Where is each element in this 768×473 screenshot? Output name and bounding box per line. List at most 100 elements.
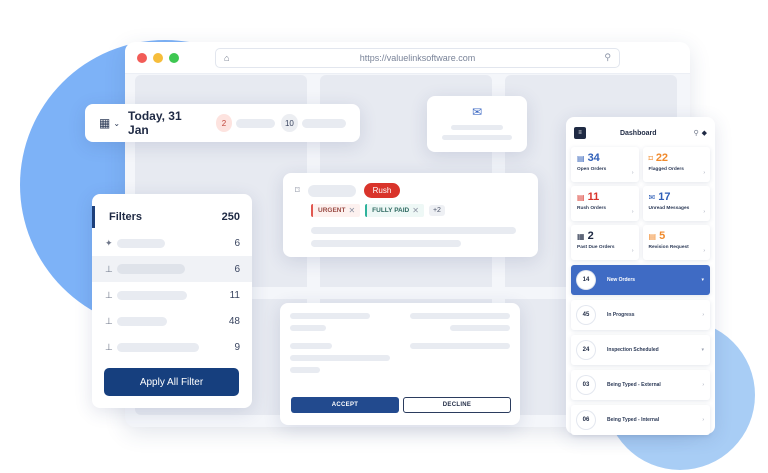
- mobile-dashboard: ≡ Dashboard ⚲ ◆ ▤ 34 Open Orders › ⌑ 22 Fl…: [566, 117, 715, 435]
- list-item-being-typed-internal[interactable]: 06 Being Typed - Internal ›: [571, 405, 710, 435]
- calendar-icon[interactable]: ▦: [99, 116, 110, 130]
- filters-title: Filters: [109, 211, 143, 223]
- bell-icon[interactable]: ◆: [702, 129, 707, 137]
- filter-row[interactable]: ✦ 6: [92, 230, 252, 256]
- close-icon[interactable]: ✕: [412, 206, 419, 215]
- placeholder-bar: [410, 343, 510, 349]
- stat-flagged-orders[interactable]: ⌑ 22 Flagged Orders ›: [642, 147, 710, 182]
- revision-icon: ▤: [648, 231, 657, 241]
- minimize-window-dot[interactable]: [153, 52, 163, 63]
- calendar-icon: ▦: [577, 231, 585, 241]
- decline-button[interactable]: DECLINE: [403, 397, 511, 413]
- urgent-tag: URGENT ✕: [311, 204, 361, 217]
- chevron-right-icon: ›: [703, 170, 705, 176]
- stat-unread-messages[interactable]: ✉ 17 Unread Messages ›: [642, 186, 710, 221]
- browser-toolbar: ⌂ https://valuelinksoftware.com ⚲: [125, 42, 690, 74]
- chevron-right-icon: ›: [703, 209, 705, 215]
- list-count: 03: [577, 376, 595, 394]
- close-icon[interactable]: ✕: [348, 206, 355, 215]
- placeholder-bar: [290, 367, 320, 373]
- bookmark-icon: ⌑: [648, 153, 653, 163]
- pin-icon[interactable]: ⊥: [105, 264, 117, 275]
- date-summary-card: ▦ ⌄ Today, 31 Jan 2 10: [85, 104, 360, 142]
- order-card[interactable]: ⌑ Rush URGENT ✕ FULLY PAID ✕ +2: [283, 173, 538, 257]
- filter-row[interactable]: ⊥ 11: [92, 282, 252, 308]
- stat-label: Revision Request: [648, 245, 689, 250]
- count-badge-gray: 10: [281, 114, 298, 132]
- chevron-right-icon: ›: [631, 209, 634, 215]
- pin-icon[interactable]: ⊥: [105, 342, 117, 353]
- placeholder-bar: [442, 135, 512, 140]
- maximize-window-dot[interactable]: [169, 52, 179, 63]
- close-window-dot[interactable]: [137, 52, 147, 63]
- placeholder-bar: [117, 238, 165, 248]
- list-label: Inspection Scheduled: [607, 347, 659, 353]
- messages-card[interactable]: ✉: [427, 96, 527, 152]
- apply-all-filter-button[interactable]: Apply All Filter: [104, 368, 239, 396]
- placeholder-bar: [301, 118, 347, 128]
- document-icon: ▤: [577, 153, 585, 163]
- list-item-new-orders[interactable]: 14 New Orders ▾: [571, 265, 710, 295]
- dashboard-title: Dashboard: [619, 129, 657, 137]
- filter-row-selected[interactable]: ⊥ 6: [92, 256, 252, 282]
- chevron-down-icon[interactable]: ⌄: [113, 119, 120, 128]
- fully-paid-tag-label: FULLY PAID: [372, 207, 410, 214]
- placeholder-bar: [290, 343, 332, 349]
- stat-rush-orders[interactable]: ▤ 11 Rush Orders ›: [571, 186, 639, 221]
- filters-header: Filters 250: [92, 206, 252, 228]
- placeholder-bar: [311, 227, 516, 234]
- fully-paid-tag: FULLY PAID ✕: [365, 204, 424, 217]
- placeholder-bar: [290, 325, 326, 331]
- address-bar[interactable]: ⌂ https://valuelinksoftware.com ⚲: [215, 47, 620, 68]
- pin-filled-icon[interactable]: ✦: [105, 238, 117, 249]
- filter-row[interactable]: ⊥ 9: [92, 334, 252, 360]
- chevron-right-icon: ›: [631, 170, 634, 176]
- chevron-right-icon[interactable]: ›: [702, 312, 704, 318]
- chevron-down-icon[interactable]: ▾: [701, 347, 704, 353]
- placeholder-bar: [311, 240, 461, 247]
- list-count: 24: [577, 341, 595, 359]
- menu-icon[interactable]: ≡: [574, 127, 586, 139]
- rush-badge: Rush: [363, 183, 401, 198]
- stat-past-due-orders[interactable]: ▦ 2 Past Due Orders ›: [571, 225, 639, 260]
- stat-open-orders[interactable]: ▤ 34 Open Orders ›: [571, 147, 639, 182]
- chevron-right-icon[interactable]: ›: [702, 417, 704, 423]
- more-tags-badge[interactable]: +2: [428, 205, 445, 216]
- chevron-down-icon[interactable]: ▾: [701, 277, 704, 283]
- list-item-in-progress[interactable]: 45 In Progress ›: [571, 300, 710, 330]
- search-icon[interactable]: ⚲: [693, 129, 698, 137]
- placeholder-bar: [307, 184, 356, 197]
- list-item-being-typed-external[interactable]: 03 Being Typed - External ›: [571, 370, 710, 400]
- placeholder-bar: [117, 290, 187, 300]
- placeholder-bar: [117, 342, 199, 352]
- pin-icon[interactable]: ⊥: [105, 290, 117, 301]
- chevron-right-icon[interactable]: ›: [702, 382, 704, 388]
- filter-count: 9: [234, 341, 240, 353]
- bookmark-icon[interactable]: ⌑: [295, 185, 300, 196]
- stat-value: 11: [587, 191, 600, 203]
- placeholder-bar: [410, 313, 510, 319]
- accept-button[interactable]: ACCEPT: [291, 397, 399, 413]
- stat-label: Rush Orders: [577, 206, 607, 211]
- stat-value: 17: [658, 191, 671, 203]
- placeholder-bar: [236, 118, 276, 128]
- filters-total: 250: [221, 211, 240, 223]
- list-label: New Orders: [607, 277, 636, 283]
- urgent-tag-label: URGENT: [318, 207, 346, 214]
- stat-revision-request[interactable]: ▤ 5 Revision Request ›: [642, 225, 710, 260]
- placeholder-bar: [290, 355, 390, 361]
- list-item-inspection-scheduled[interactable]: 24 Inspection Scheduled ▾: [571, 335, 710, 365]
- stat-label: Past Due Orders: [577, 245, 615, 250]
- placeholder-bar: [290, 313, 370, 319]
- mail-icon: ✉: [471, 105, 483, 119]
- stat-value: 2: [587, 230, 594, 242]
- list-label: In Progress: [607, 312, 635, 318]
- stat-value: 22: [655, 152, 669, 164]
- filter-row[interactable]: ⊥ 48: [92, 308, 252, 334]
- list-label: Being Typed - Internal: [607, 417, 660, 423]
- order-action-card: ACCEPT DECLINE: [280, 303, 520, 425]
- stat-value: 34: [587, 152, 600, 164]
- placeholder-bar: [451, 125, 503, 130]
- chevron-right-icon: ›: [703, 248, 705, 254]
- pin-icon[interactable]: ⊥: [105, 316, 117, 327]
